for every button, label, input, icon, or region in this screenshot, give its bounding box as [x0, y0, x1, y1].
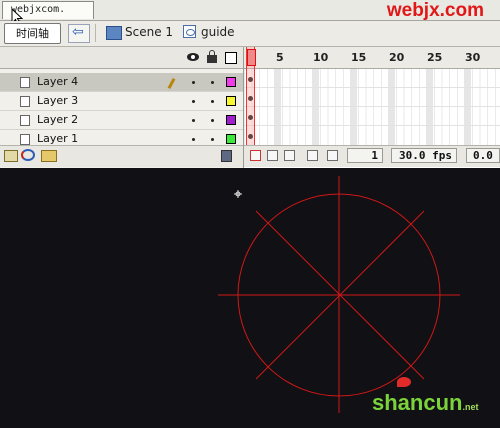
- flash-editor-window: webjxcom. fla* webjx.com 时间轴 ⇦ Scene 1 g…: [0, 0, 500, 428]
- visibility-toggle[interactable]: [192, 81, 195, 84]
- timeline-frames: 1 5 10 15 20 25 30: [244, 47, 500, 168]
- frame-ruler[interactable]: 1 5 10 15 20 25 30: [244, 47, 500, 69]
- layers-header: [0, 47, 243, 69]
- lock-toggle[interactable]: [211, 138, 214, 141]
- eye-icon[interactable]: [187, 53, 199, 61]
- layer-color-swatch[interactable]: [226, 96, 236, 106]
- frame-row-divider: [244, 125, 500, 126]
- edit-multiple-frames-icon[interactable]: [307, 150, 318, 161]
- edit-bar: 时间轴 ⇦ Scene 1 guide: [0, 21, 500, 47]
- frame-band: [426, 69, 433, 145]
- outline-icon[interactable]: [225, 52, 237, 64]
- layer-icon: [20, 96, 30, 107]
- trash-icon[interactable]: [221, 150, 232, 162]
- onion-skin-outlines-icon[interactable]: [284, 150, 295, 161]
- frame-band: [388, 69, 395, 145]
- layer-row-layer-3[interactable]: Layer 3: [0, 92, 243, 111]
- layer-icon: [20, 115, 30, 126]
- frame-band: [312, 69, 319, 145]
- insert-folder-icon[interactable]: [41, 150, 57, 162]
- layer-color-swatch[interactable]: [226, 115, 236, 125]
- brand-watermark: webjx.com: [386, 0, 484, 21]
- lock-icon[interactable]: [207, 50, 217, 63]
- scene-breadcrumb[interactable]: Scene 1: [125, 25, 173, 39]
- timeline-status-bar: 1 30.0 fps 0.0: [244, 145, 500, 167]
- layers-panel: Layer 4 Layer 3 Layer 2 Layer 1: [0, 47, 244, 168]
- frame-rate-field: 30.0 fps: [391, 148, 457, 163]
- leaf-logo-icon: [397, 377, 411, 387]
- stage-drawing: [218, 176, 460, 413]
- layer-icon: [20, 134, 30, 145]
- insert-layer-icon[interactable]: [4, 150, 18, 162]
- frame-band: [350, 69, 357, 145]
- frame-band: [274, 69, 281, 145]
- visibility-toggle[interactable]: [192, 100, 195, 103]
- stage-canvas[interactable]: [0, 168, 500, 428]
- center-frame-icon[interactable]: [250, 150, 261, 161]
- pencil-icon: [167, 77, 176, 90]
- layers-footer: [0, 145, 243, 167]
- back-button[interactable]: ⇦: [68, 24, 90, 43]
- watermark-text: shancun: [372, 390, 463, 415]
- watermark-tld: .net: [462, 402, 479, 412]
- frame-tick: 5: [276, 51, 284, 64]
- lock-toggle[interactable]: [211, 100, 214, 103]
- onion-skin-icon[interactable]: [267, 150, 278, 161]
- add-motion-guide-icon[interactable]: [21, 149, 35, 161]
- frame-tick: 20: [389, 51, 405, 64]
- frame-tick: 30: [465, 51, 481, 64]
- frame-tick: 25: [427, 51, 443, 64]
- document-tab-bar: webjxcom. fla* webjx.com: [0, 0, 500, 31]
- visibility-toggle[interactable]: [192, 138, 195, 141]
- layer-color-swatch[interactable]: [226, 77, 236, 87]
- layer-name: Layer 4: [37, 75, 79, 88]
- playhead[interactable]: [246, 47, 256, 147]
- timeline-toggle-button[interactable]: 时间轴: [4, 23, 61, 44]
- site-watermark: shancun.net: [372, 390, 478, 416]
- frame-tick: 10: [313, 51, 329, 64]
- frame-tick: 15: [351, 51, 367, 64]
- movie-clip-icon: [183, 25, 196, 38]
- frame-row-divider: [244, 106, 500, 107]
- layer-name: Layer 2: [37, 113, 79, 126]
- layer-row-layer-4[interactable]: Layer 4: [0, 73, 243, 92]
- visibility-toggle[interactable]: [192, 119, 195, 122]
- playhead-handle[interactable]: [247, 49, 256, 66]
- frame-band: [464, 69, 471, 145]
- registration-crosshair-icon: [234, 190, 242, 198]
- layer-name: Layer 1: [37, 132, 79, 145]
- layer-row-layer-2[interactable]: Layer 2: [0, 111, 243, 130]
- elapsed-time-field: 0.0: [466, 148, 500, 163]
- modify-onion-markers-icon[interactable]: [327, 150, 338, 161]
- back-arrow-icon: ⇦: [72, 24, 84, 40]
- layer-color-swatch[interactable]: [226, 134, 236, 144]
- layer-name: Layer 3: [37, 94, 79, 107]
- frame-row-divider: [244, 87, 500, 88]
- lock-toggle[interactable]: [211, 119, 214, 122]
- lock-toggle[interactable]: [211, 81, 214, 84]
- scene-icon: [106, 26, 122, 40]
- current-frame-field: 1: [347, 148, 383, 163]
- toolbar-divider: [95, 24, 96, 42]
- layer-icon: [20, 77, 30, 88]
- symbol-breadcrumb[interactable]: guide: [201, 25, 235, 39]
- frame-grid[interactable]: [244, 69, 500, 145]
